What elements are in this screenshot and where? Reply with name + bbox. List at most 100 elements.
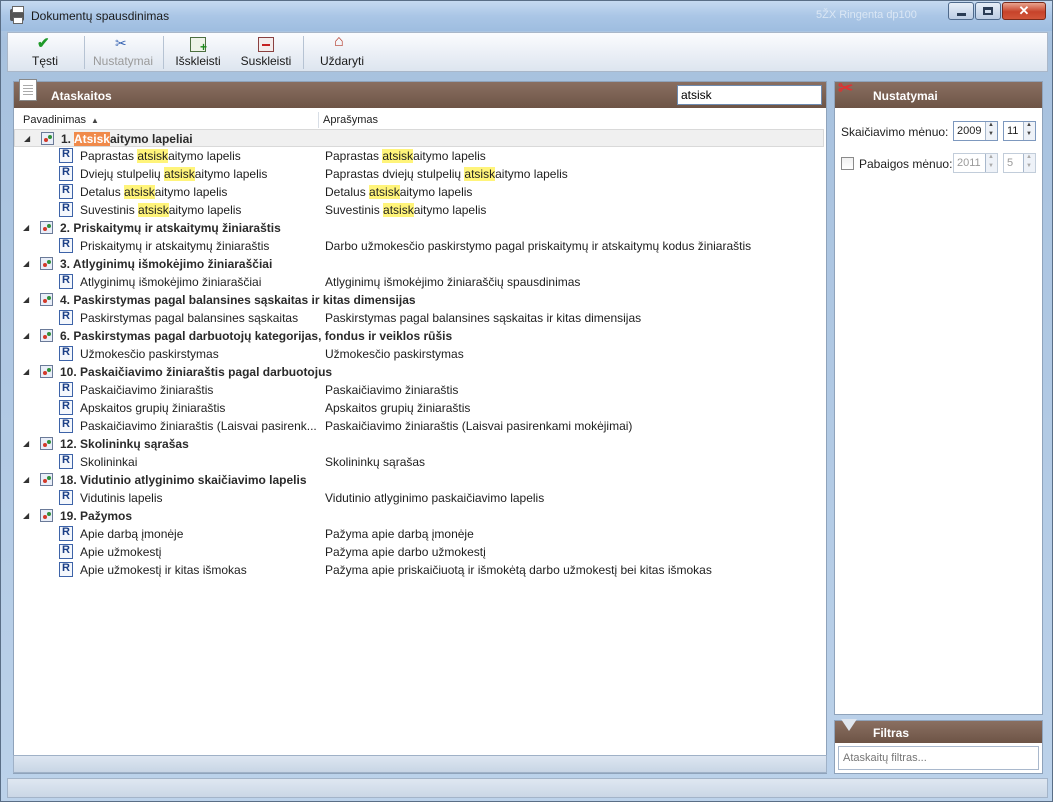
expanded-arrow-icon[interactable]: ◢ xyxy=(23,295,29,304)
tree-group-row[interactable]: ◢ 6. Paskirstymas pagal darbuotojų katego… xyxy=(14,327,824,345)
search-input[interactable] xyxy=(677,85,822,105)
search-match-highlight: atsisk xyxy=(369,185,400,199)
maximize-button[interactable] xyxy=(975,2,1001,20)
calc-year-spinner[interactable]: 2009 xyxy=(953,121,998,141)
expanded-arrow-icon[interactable]: ◢ xyxy=(23,511,29,520)
tree-report-row[interactable]: Skolininkai Skolininkų sąrašas xyxy=(14,453,824,471)
tree-report-row[interactable]: Dviejų stulpelių atsiskaitymo lapelisPap… xyxy=(14,165,824,183)
end-month-spinner[interactable]: 5 xyxy=(1003,153,1036,173)
report-name: Dviejų stulpelių atsiskaitymo lapelis xyxy=(80,167,267,181)
toolbar: Tęsti Nustatymai Išskleisti Suskleisti U… xyxy=(7,32,1048,72)
tree-group-row[interactable]: ◢ 4. Paskirstymas pagal balansines sąskai… xyxy=(14,291,824,309)
expanded-arrow-icon[interactable]: ◢ xyxy=(23,331,29,340)
tree-report-row[interactable]: Paprastas atsiskaitymo lapelisPaprastas … xyxy=(14,147,824,165)
caption-buttons: ✕ xyxy=(947,2,1046,20)
tree-report-row[interactable]: Detalus atsiskaitymo lapelisDetalus atsi… xyxy=(14,183,824,201)
sort-ascending-icon: ▲ xyxy=(90,116,99,125)
report-description: Paskaičiavimo žiniaraštis (Laisvai pasir… xyxy=(325,419,632,433)
tree-report-row[interactable]: Apie užmokestį Pažyma apie darbo užmokest… xyxy=(14,543,824,561)
background-window-title: 5ŽX Ringenta dp100 xyxy=(816,9,917,21)
title-bar[interactable]: Dokumentų spausdinimas 5ŽX Ringenta dp10… xyxy=(1,1,1052,31)
tree-report-row[interactable]: Priskaitymų ir atskaitymų žiniaraštis Dar… xyxy=(14,237,824,255)
reports-panel: Ataskaitos Pavadinimas▲ Aprašymas ◢ 1. At… xyxy=(13,79,827,774)
tree-group-row[interactable]: ◢ 2. Priskaitymų ir atskaitymų žiniarašti… xyxy=(14,219,824,237)
filter-panel-header: Filtras xyxy=(835,719,1042,743)
tree-report-row[interactable]: Užmokesčio paskirstymas Užmokesčio paskir… xyxy=(14,345,824,363)
spinner-arrows-icon[interactable] xyxy=(1023,122,1035,140)
maximize-icon xyxy=(983,7,993,15)
reports-status-bar xyxy=(13,755,827,773)
text-segment: 3. Atlyginimų išmokėjimo žiniaraščiai xyxy=(60,257,273,271)
report-group-icon xyxy=(40,365,53,378)
tree-report-row[interactable]: Atlyginimų išmokėjimo žiniaraščiai Atlygi… xyxy=(14,273,824,291)
continue-button[interactable]: Tęsti xyxy=(14,34,76,70)
expanded-arrow-icon[interactable]: ◢ xyxy=(24,134,30,143)
text-segment: aitymo lapelis xyxy=(495,167,568,181)
report-group-icon xyxy=(40,509,53,522)
expanded-arrow-icon[interactable]: ◢ xyxy=(23,223,29,232)
expand-label: Išskleisti xyxy=(175,54,221,68)
settings-tools-icon: ✂ xyxy=(838,78,854,98)
tree-group-row[interactable]: ◢ 19. Pažymos xyxy=(14,507,824,525)
tree-report-row[interactable]: Vidutinis lapelis Vidutinio atlyginimo pa… xyxy=(14,489,824,507)
search-match-highlight: atsisk xyxy=(124,185,155,199)
calc-month-spinner[interactable]: 11 xyxy=(1003,121,1036,141)
report-description: Pažyma apie darbą įmonėje xyxy=(325,527,474,541)
tree-group-row[interactable]: ◢ 3. Atlyginimų išmokėjimo žiniaraščiai xyxy=(14,255,824,273)
tree-group-row[interactable]: ◢ 1. Atsiskaitymo lapeliai xyxy=(14,129,824,147)
report-icon xyxy=(59,310,73,325)
tree-group-row[interactable]: ◢ 10. Paskaičiavimo žiniaraštis pagal dar… xyxy=(14,363,824,381)
tree-report-row[interactable]: Paskirstymas pagal balansines sąskaitas P… xyxy=(14,309,824,327)
report-description: Atlyginimų išmokėjimo žiniaraščių spausd… xyxy=(325,275,580,289)
tree-report-row[interactable]: Apie darbą įmonėje Pažyma apie darbą įmon… xyxy=(14,525,824,543)
column-description-header[interactable]: Aprašymas xyxy=(323,114,378,126)
spinner-arrows-icon[interactable] xyxy=(985,154,997,172)
text-segment: Apie darbą įmonėje xyxy=(80,527,184,541)
expanded-arrow-icon[interactable]: ◢ xyxy=(23,259,29,268)
report-description: Skolininkų sąrašas xyxy=(325,455,425,469)
text-segment: Detalus xyxy=(325,185,370,199)
minimize-button[interactable] xyxy=(948,2,974,20)
tree-group-row[interactable]: ◢ 18. Vidutinio atlyginimo skaičiavimo la… xyxy=(14,471,824,489)
spinner-arrows-icon[interactable] xyxy=(985,122,997,140)
report-group-icon xyxy=(40,257,53,270)
tree-report-row[interactable]: Paskaičiavimo žiniaraštis (Laisvai pasir… xyxy=(14,417,824,435)
collapse-button[interactable]: Suskleisti xyxy=(234,35,298,70)
text-segment: Vidutinis lapelis xyxy=(80,491,163,505)
tree-group-row[interactable]: ◢ 12. Skolininkų sąrašas xyxy=(14,435,824,453)
report-description: Paskaičiavimo žiniaraštis xyxy=(325,383,458,397)
report-name: Apie darbą įmonėje xyxy=(80,527,183,541)
text-segment: Detalus xyxy=(80,185,125,199)
filter-input[interactable] xyxy=(838,746,1039,770)
collapse-icon xyxy=(258,37,274,52)
end-month-label: Pabaigos mėnuo: xyxy=(859,157,953,171)
tree-report-row[interactable]: Suvestinis atsiskaitymo lapelisSuvestini… xyxy=(14,201,824,219)
text-segment: aitymo lapelis xyxy=(413,203,487,217)
report-icon xyxy=(59,382,73,397)
expanded-arrow-icon[interactable]: ◢ xyxy=(23,475,29,484)
tree-report-row[interactable]: Paskaičiavimo žiniaraštis Paskaičiavimo ž… xyxy=(14,381,824,399)
expand-button[interactable]: Išskleisti xyxy=(168,35,228,70)
text-segment: Paprastas xyxy=(80,149,138,163)
expanded-arrow-icon[interactable]: ◢ xyxy=(23,367,29,376)
close-button[interactable]: Uždaryti xyxy=(308,33,376,70)
text-segment: Pažyma apie darbą įmonėje xyxy=(325,527,474,541)
column-name-header[interactable]: Pavadinimas ▲ xyxy=(23,114,99,126)
reports-panel-header: Ataskaitos xyxy=(14,79,826,108)
text-segment: 4. Paskirstymas pagal balansines sąskait… xyxy=(60,293,416,307)
tree-report-row[interactable]: Apskaitos grupių žiniaraštis Apskaitos gr… xyxy=(14,399,824,417)
tree-report-row[interactable]: Apie užmokestį ir kitas išmokas Pažyma ap… xyxy=(14,561,824,579)
column-divider[interactable] xyxy=(318,112,319,128)
close-window-button[interactable]: ✕ xyxy=(1002,2,1046,20)
search-match-highlight: atsisk xyxy=(138,203,169,217)
expanded-arrow-icon[interactable]: ◢ xyxy=(23,439,29,448)
text-segment: Paskirstymas pagal balansines sąskaitas … xyxy=(325,311,642,325)
end-month-checkbox[interactable] xyxy=(841,157,854,170)
text-segment: Priskaitymų ir atskaitymų žiniaraštis xyxy=(80,239,270,253)
settings-button[interactable]: Nustatymai xyxy=(88,35,158,70)
checkmark-icon xyxy=(37,34,53,52)
end-year-spinner[interactable]: 2011 xyxy=(953,153,998,173)
spinner-arrows-icon[interactable] xyxy=(1023,154,1035,172)
group-title: 6. Paskirstymas pagal darbuotojų kategor… xyxy=(60,329,452,343)
report-icon xyxy=(59,202,73,217)
